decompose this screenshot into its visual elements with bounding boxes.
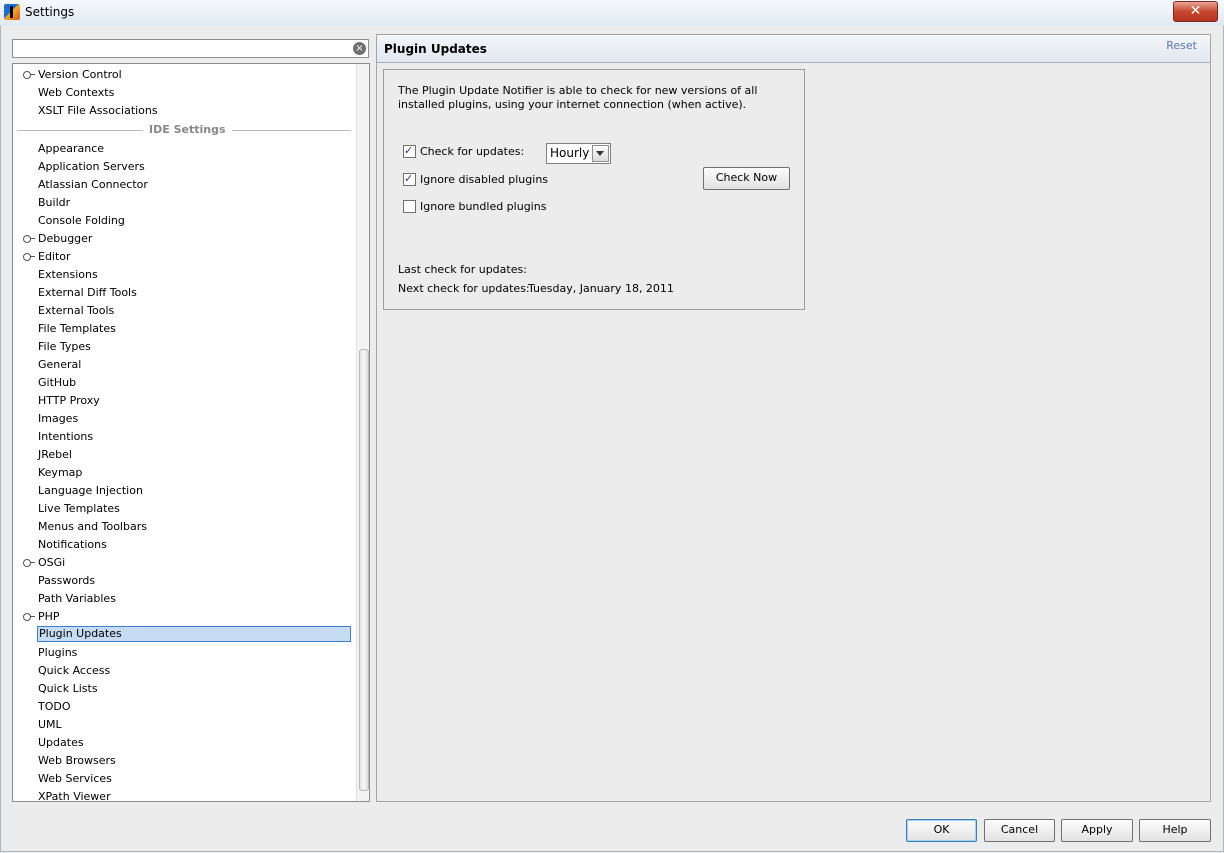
tree-item-path-variables[interactable]: Path Variables [37,591,117,607]
tree-item-keymap[interactable]: Keymap [37,465,83,481]
next-check-label: Next check for updates: [398,282,530,295]
apply-button[interactable]: Apply [1061,819,1133,842]
cancel-button[interactable]: Cancel [984,819,1055,842]
check-for-updates-label: Check for updates: [420,145,525,158]
tree-scrollbar[interactable] [356,64,369,801]
next-check-row: Next check for updates: Tuesday, January… [398,281,674,297]
tree-item-atlassian-connector[interactable]: Atlassian Connector [37,177,149,193]
tree-item-appearance[interactable]: Appearance [37,141,105,157]
tree-item-external-diff-tools[interactable]: External Diff Tools [37,285,138,301]
tree-item-general[interactable]: General [37,357,82,373]
window-title: Settings [25,5,75,19]
reset-link[interactable]: Reset [1166,39,1197,52]
tree-item-quick-access[interactable]: Quick Access [37,663,111,679]
ignore-disabled-checkbox[interactable] [403,171,416,187]
ok-button[interactable]: OK [906,819,977,842]
tree-item-language-injection[interactable]: Language Injection [37,483,144,499]
tree-item-version-control[interactable]: Version Control [37,67,123,83]
tree-item-plugins[interactable]: Plugins [37,645,78,661]
check-for-updates-checkbox[interactable] [403,143,416,159]
tree-item-http-proxy[interactable]: HTTP Proxy [37,393,101,409]
tree-item-extensions[interactable]: Extensions [37,267,99,283]
chevron-down-icon[interactable] [592,145,609,162]
panel-title: Plugin Updates [384,42,487,56]
ignore-bundled-label: Ignore bundled plugins [420,200,547,213]
group-label-ide-settings: IDE Settings [143,123,232,136]
update-frequency-select[interactable]: Hourly [546,143,611,164]
expand-icon[interactable] [23,234,35,244]
tree-item-live-templates[interactable]: Live Templates [37,501,121,517]
tree-item-external-tools[interactable]: External Tools [37,303,115,319]
tree-item-github[interactable]: GitHub [37,375,77,391]
check-for-updates-row[interactable]: Check for updates: [403,143,525,160]
tree-item-passwords[interactable]: Passwords [37,573,96,589]
search-input[interactable]: × [12,39,369,58]
expand-icon[interactable] [23,558,35,568]
tree-item-web-services[interactable]: Web Services [37,771,113,787]
tree-item-uml[interactable]: UML [37,717,63,733]
tree-item-php[interactable]: PHP [37,609,61,625]
tree-item-xpath-viewer[interactable]: XPath Viewer [37,789,112,801]
expand-icon[interactable] [23,70,35,80]
app-icon [4,4,20,20]
ignore-disabled-row[interactable]: Ignore disabled plugins [403,171,549,188]
tree-item-menus-and-toolbars[interactable]: Menus and Toolbars [37,519,148,535]
last-check-row: Last check for updates: [398,262,527,278]
tree-item-updates[interactable]: Updates [37,735,85,751]
next-check-value: Tuesday, January 18, 2011 [528,282,674,295]
tree-item-buildr[interactable]: Buildr [37,195,71,211]
check-now-button[interactable]: Check Now [703,167,790,190]
tree-item-web-browsers[interactable]: Web Browsers [37,753,117,769]
tree-item-file-types[interactable]: File Types [37,339,92,355]
ignore-bundled-row[interactable]: Ignore bundled plugins [403,199,546,215]
tree-item-quick-lists[interactable]: Quick Lists [37,681,99,697]
close-icon[interactable]: ✕ [1173,1,1218,22]
update-settings-group: The Plugin Update Notifier is able to ch… [383,69,805,310]
update-frequency-value: Hourly [550,146,590,160]
help-button[interactable]: Help [1139,819,1211,842]
expand-icon[interactable] [23,252,35,262]
tree-item-console-folding[interactable]: Console Folding [37,213,126,229]
description-text: The Plugin Update Notifier is able to ch… [398,84,758,111]
plugin-updates-panel: Plugin Updates Reset The Plugin Update N… [376,34,1211,802]
tree-item-plugin-updates[interactable]: Plugin Updates [37,626,351,642]
tree-item-osgi[interactable]: OSGi [37,555,66,571]
tree-item-images[interactable]: Images [37,411,79,427]
tree-item-file-templates[interactable]: File Templates [37,321,117,337]
tree-item-xslt-file-associations[interactable]: XSLT File Associations [37,103,159,119]
settings-tree: Version Control Web Contexts XSLT File Ass… [12,63,370,802]
clear-search-icon[interactable]: × [353,42,366,55]
tree-item-debugger[interactable]: Debugger [37,231,93,247]
tree-item-application-servers[interactable]: Application Servers [37,159,146,175]
ignore-disabled-label: Ignore disabled plugins [420,173,549,186]
tree-item-intentions[interactable]: Intentions [37,429,94,445]
tree-item-notifications[interactable]: Notifications [37,537,108,553]
tree-item-todo[interactable]: TODO [37,699,72,715]
title-bar: Settings ✕ [0,0,1224,27]
tree-item-editor[interactable]: Editor [37,249,72,265]
ignore-bundled-checkbox[interactable] [403,199,416,213]
tree-item-web-contexts[interactable]: Web Contexts [37,85,115,101]
tree-item-jrebel[interactable]: JRebel [37,447,73,463]
last-check-label: Last check for updates: [398,263,527,276]
scrollbar-thumb[interactable] [359,349,369,791]
panel-header: Plugin Updates Reset [377,35,1210,63]
expand-icon[interactable] [23,612,35,622]
